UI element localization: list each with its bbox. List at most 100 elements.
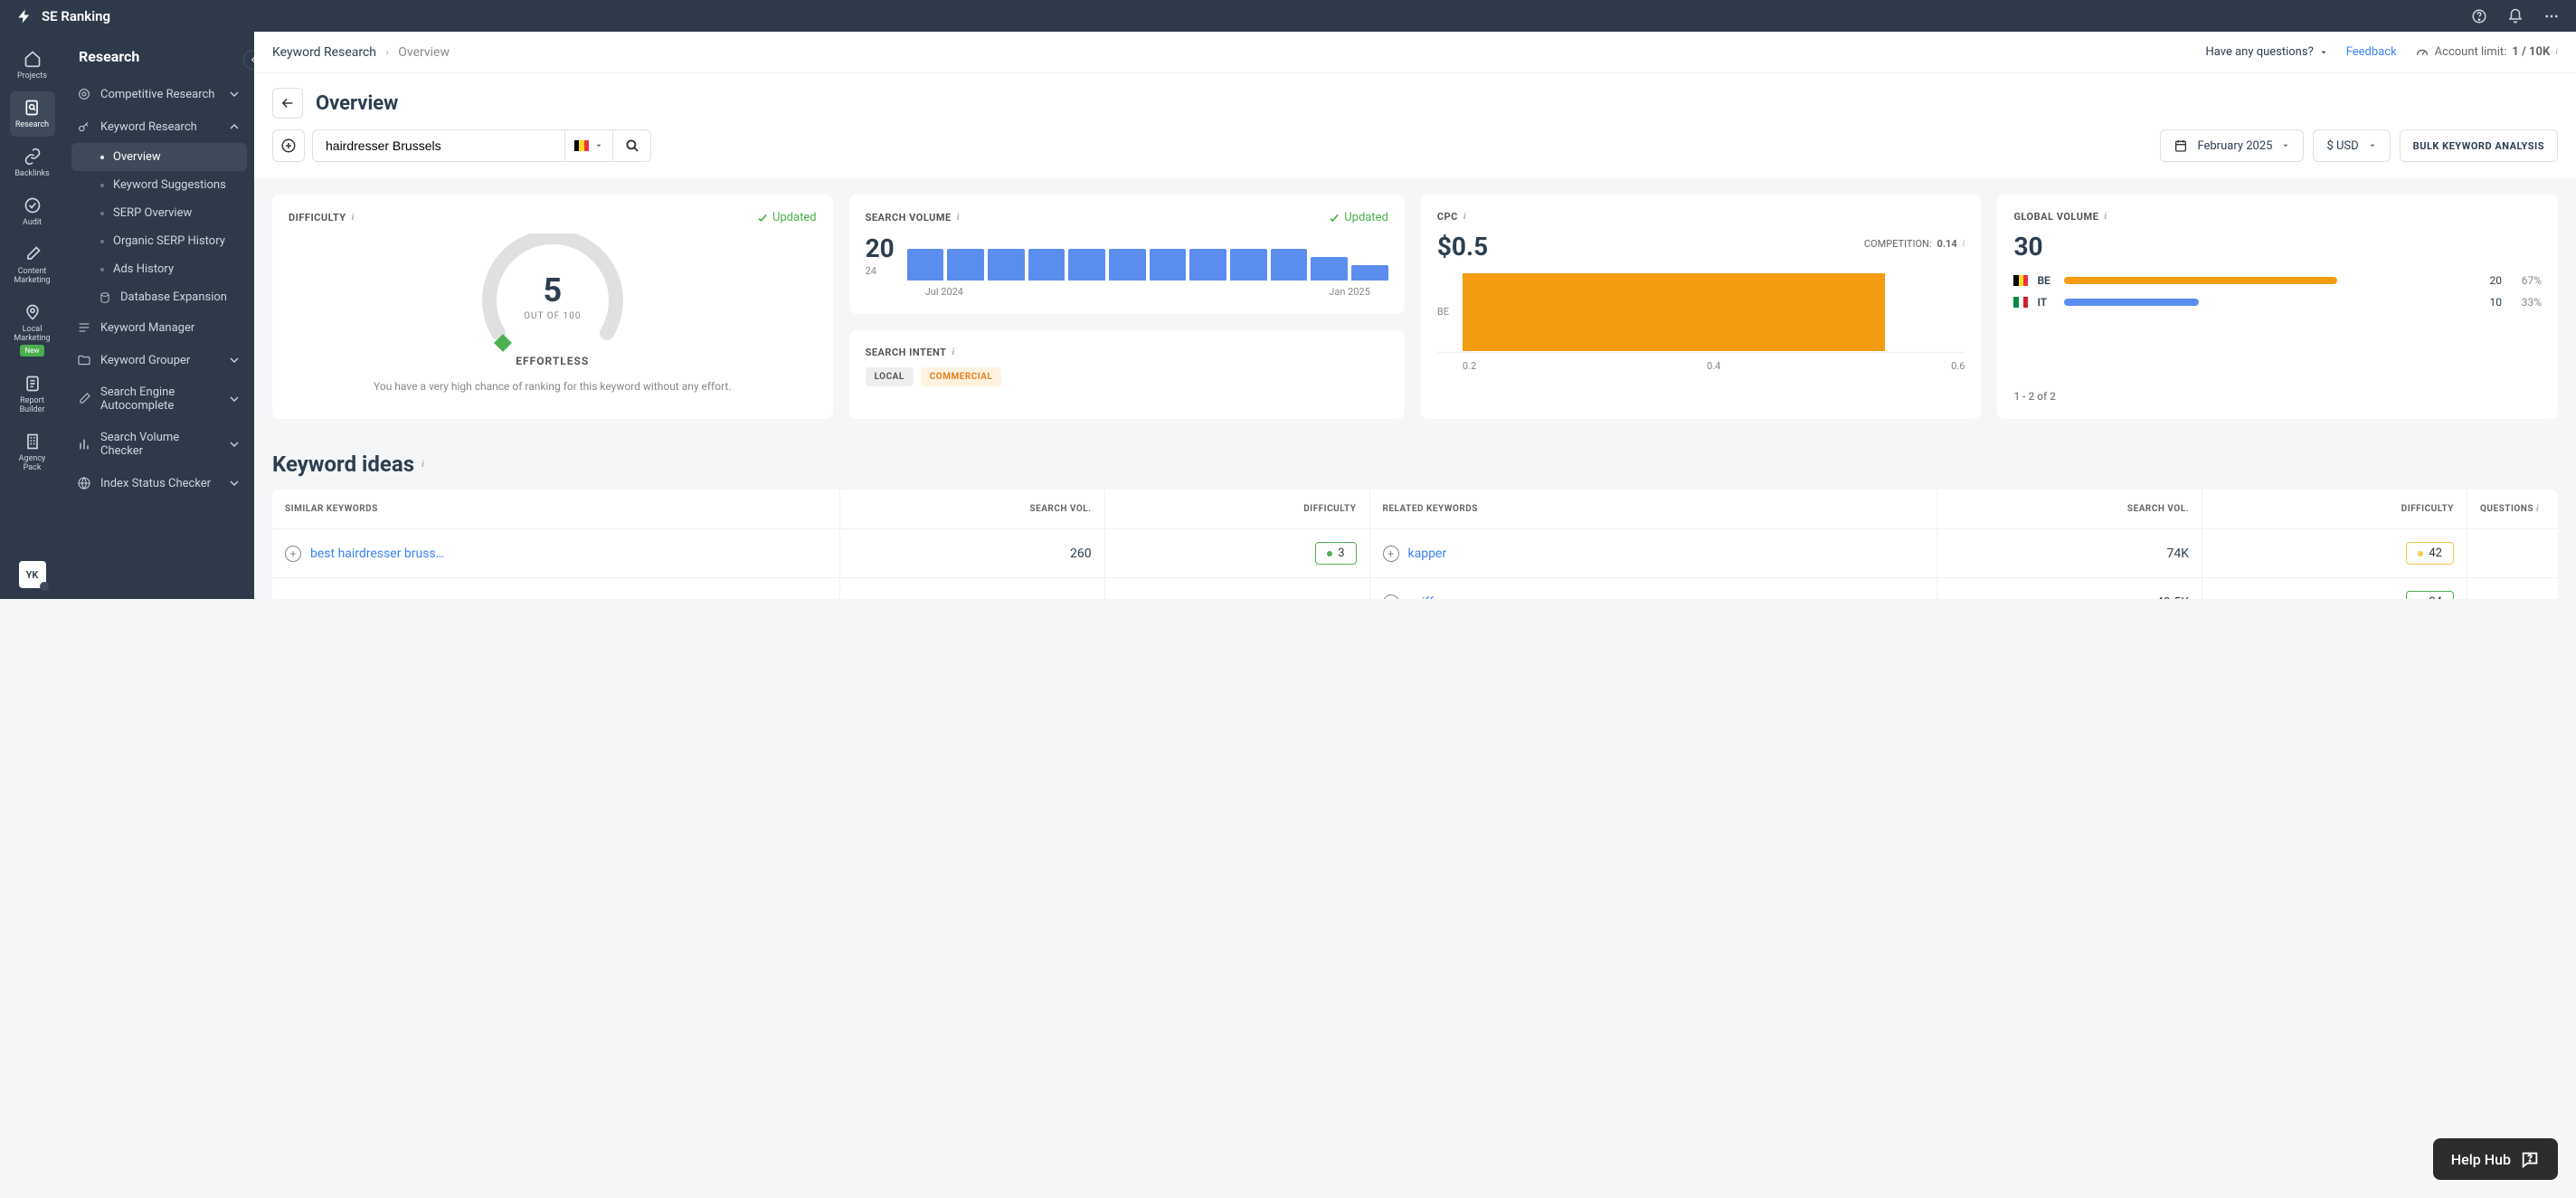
rail-label: Backlinks xyxy=(14,169,49,178)
updated-badge: Updated xyxy=(756,211,817,224)
questions-dropdown[interactable]: Have any questions? xyxy=(2205,45,2327,59)
sidebar-sub-serp-overview[interactable]: SERP Overview xyxy=(64,199,254,227)
help-hub-label: Help Hub xyxy=(2451,1151,2511,1168)
currency-select[interactable]: $ USD xyxy=(2313,129,2390,162)
difficulty-value: 5 xyxy=(480,271,625,309)
date-value: February 2025 xyxy=(2197,139,2272,153)
rail-agency[interactable]: Agency Pack xyxy=(10,425,55,480)
keyword-ideas-section: Keyword ideasi SIMILAR KEYWORDS SEARCH V… xyxy=(254,435,2576,599)
sidebar-sub-suggestions[interactable]: Keyword Suggestions xyxy=(64,171,254,199)
check-icon xyxy=(1328,212,1340,224)
cpc-ticks: 0.20.40.6 xyxy=(1437,360,1965,372)
caret-down-icon xyxy=(2281,141,2290,150)
search-volume-card: SEARCH VOLUMEi Updated 20 24 xyxy=(849,195,1405,314)
help-hub-button[interactable]: Help Hub xyxy=(2433,1138,2558,1180)
back-button[interactable] xyxy=(272,88,303,119)
sidebar-item-index-checker[interactable]: Index Status Checker xyxy=(64,467,254,499)
sidebar-item-grouper[interactable]: Keyword Grouper xyxy=(64,344,254,376)
sidebar-item-autocomplete[interactable]: Search Engine Autocomplete xyxy=(64,376,254,422)
sidebar-sub-organic-history[interactable]: Organic SERP History xyxy=(64,227,254,255)
related-vol: 49.5K xyxy=(1937,578,2202,599)
add-keyword-button[interactable] xyxy=(272,129,305,162)
feedback-link[interactable]: Feedback xyxy=(2346,45,2397,59)
rail-local[interactable]: Local Marketing New xyxy=(10,296,55,364)
rail-report[interactable]: Report Builder xyxy=(10,367,55,422)
add-icon[interactable]: + xyxy=(285,546,301,562)
col-vol: SEARCH VOL. xyxy=(840,490,1105,528)
similar-keyword-link[interactable]: +best hairdresser bruss… xyxy=(285,546,444,562)
intent-local-tag: LOCAL xyxy=(866,367,914,386)
link-icon xyxy=(24,147,42,166)
col-diff2: DIFFICULTY xyxy=(2202,490,2467,528)
sidebar-sub-db-expansion[interactable]: Database Expansion xyxy=(64,283,254,311)
flag-be-icon xyxy=(2013,275,2028,286)
search-button[interactable] xyxy=(613,129,651,162)
nav-rail: Projects Research Backlinks Audit Conten… xyxy=(0,32,64,599)
sidebar-label: Search Engine Autocomplete xyxy=(100,385,218,413)
info-icon[interactable]: i xyxy=(352,213,355,223)
related-keyword-link[interactable]: +coiffeur xyxy=(1383,594,1452,600)
add-icon[interactable]: + xyxy=(1383,594,1399,600)
card-title: CPC xyxy=(1437,211,1458,223)
info-icon[interactable]: i xyxy=(2104,212,2107,222)
help-icon[interactable] xyxy=(2471,8,2487,24)
info-icon[interactable]: i xyxy=(957,213,960,223)
rail-research[interactable]: Research xyxy=(10,91,55,137)
info-icon[interactable]: i xyxy=(1463,212,1466,222)
ideas-table: SIMILAR KEYWORDS SEARCH VOL. DIFFICULTY … xyxy=(272,490,2558,599)
ideas-row: +best hairdresser bruss… 260 3 +kapper 7… xyxy=(272,528,2558,577)
sv-value: 20 xyxy=(866,233,895,263)
add-icon[interactable]: + xyxy=(1383,546,1399,562)
account-limit: Account limit: 1 / 10K i xyxy=(2415,45,2558,60)
updated-badge: Updated xyxy=(1328,211,1388,224)
rail-audit[interactable]: Audit xyxy=(10,189,55,234)
gv-pct: 67% xyxy=(2511,274,2542,287)
info-icon[interactable]: i xyxy=(1963,239,1965,249)
date-select[interactable]: February 2025 xyxy=(2160,129,2304,162)
sidebar-item-competitive[interactable]: Competitive Research xyxy=(64,78,254,110)
caret-down-icon xyxy=(2319,48,2328,57)
sidebar-item-volume-checker[interactable]: Search Volume Checker xyxy=(64,422,254,467)
sidebar-sub-overview[interactable]: Overview xyxy=(71,143,247,171)
sidebar-sub-ads-history[interactable]: Ads History xyxy=(64,255,254,283)
plus-circle-icon xyxy=(280,138,297,154)
breadcrumb-root[interactable]: Keyword Research xyxy=(272,45,376,60)
similar-vol: 260 xyxy=(840,529,1105,577)
rail-backlinks[interactable]: Backlinks xyxy=(10,140,55,185)
rail-content[interactable]: Content Marketing xyxy=(10,238,55,292)
rail-label: Audit xyxy=(23,218,42,227)
info-icon[interactable]: i xyxy=(421,460,424,470)
difficulty-gauge: 5 OUT OF 100 xyxy=(480,233,625,351)
profile-avatar[interactable]: YK xyxy=(19,561,46,588)
sv-axis-right: Jan 2025 xyxy=(1329,286,1370,298)
info-icon[interactable]: i xyxy=(2536,504,2539,514)
arrow-left-icon xyxy=(279,95,296,111)
sidepanel-title: Research xyxy=(64,32,254,78)
sidebar-item-keyword-research[interactable]: Keyword Research xyxy=(64,110,254,143)
brand-logo-icon xyxy=(16,8,33,24)
rail-label: Projects xyxy=(17,71,47,81)
sidebar-label: Ads History xyxy=(113,262,174,276)
col-vol2: SEARCH VOL. xyxy=(1937,490,2202,528)
search-intent-card: SEARCH INTENTi LOCAL COMMERCIAL xyxy=(849,330,1405,419)
related-keyword-link[interactable]: +kapper xyxy=(1383,546,1447,562)
bell-icon[interactable] xyxy=(2507,8,2524,24)
sidebar-label: Keyword Grouper xyxy=(100,354,218,367)
main-content: Keyword Research › Overview Have any que… xyxy=(254,32,2576,599)
info-icon[interactable]: i xyxy=(2555,47,2558,57)
chevron-up-icon xyxy=(227,119,242,134)
more-icon[interactable] xyxy=(2543,8,2560,24)
flag-it-icon xyxy=(2013,297,2028,308)
profile-initials: YK xyxy=(26,569,39,581)
sidebar-item-manager[interactable]: Keyword Manager xyxy=(64,311,254,344)
gv-vol: 10 xyxy=(2480,296,2502,309)
bulk-analysis-button[interactable]: BULK KEYWORD ANALYSIS xyxy=(2400,129,2558,162)
country-select[interactable] xyxy=(565,129,613,162)
info-icon[interactable]: i xyxy=(952,347,954,357)
gv-vol: 20 xyxy=(2480,274,2502,287)
col-questions: QUESTIONS i xyxy=(2467,490,2558,528)
keyword-search-input[interactable] xyxy=(312,129,565,162)
sv-axis-left: Jul 2024 xyxy=(925,286,963,298)
chevron-down-icon xyxy=(227,353,242,367)
rail-projects[interactable]: Projects xyxy=(10,43,55,88)
